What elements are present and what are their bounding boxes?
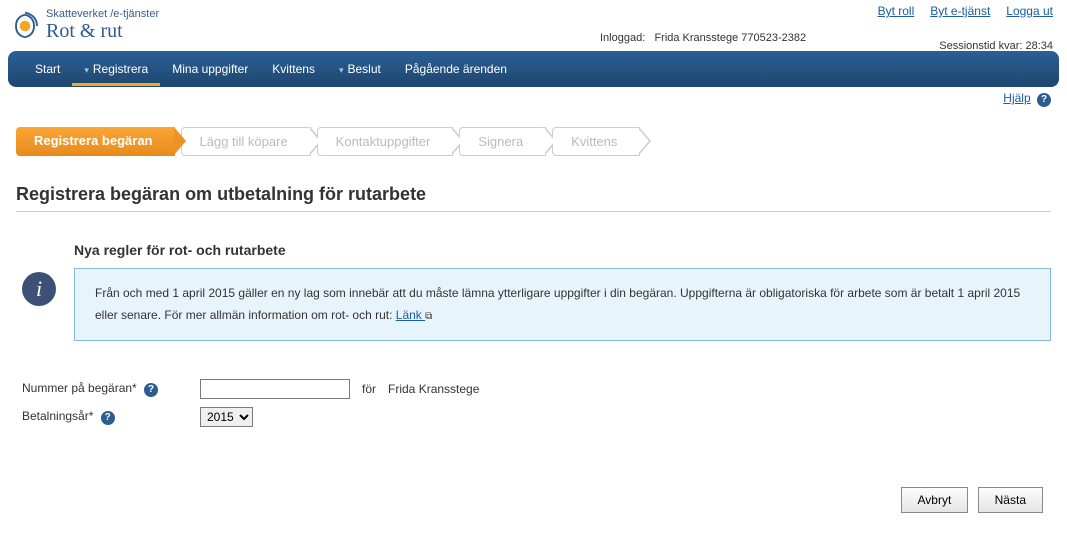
help-icon[interactable]: ? [1037, 93, 1051, 107]
main-nav: Start Registrera Mina uppgifter Kvittens… [8, 51, 1059, 87]
nav-register[interactable]: Registrera [72, 52, 160, 86]
request-number-label: Nummer på begäran* ? [22, 381, 192, 397]
wizard-step-sign: Signera [459, 127, 546, 156]
logged-in-label: Inloggad: [600, 32, 645, 44]
nav-start[interactable]: Start [23, 52, 72, 86]
payment-year-label: Betalningsår* ? [22, 409, 192, 425]
info-heading: Nya regler för rot- och rutarbete [74, 242, 1051, 258]
logout-link[interactable]: Logga ut [1006, 4, 1053, 18]
header: Byt roll Byt e-tjänst Logga ut Skattever… [0, 0, 1067, 47]
title-divider [16, 211, 1051, 212]
switch-role-link[interactable]: Byt roll [878, 4, 915, 18]
nav-my-data[interactable]: Mina uppgifter [160, 52, 260, 86]
for-name: Frida Kransstege [388, 382, 479, 396]
help-row: Hjälp ? [0, 87, 1067, 107]
info-section: i Nya regler för rot- och rutarbete Från… [22, 242, 1051, 341]
top-links: Byt roll Byt e-tjänst Logga ut [878, 4, 1053, 18]
nav-ongoing[interactable]: Pågående ärenden [393, 52, 519, 86]
nav-receipt[interactable]: Kvittens [260, 52, 327, 86]
logged-in-info: Inloggad: Frida Kransstege 770523-2382 [600, 32, 806, 44]
button-row: Avbryt Nästa [16, 487, 1051, 513]
nav-decision[interactable]: Beslut [327, 52, 393, 86]
external-link-icon: ⧉ [425, 311, 432, 322]
logged-in-name: Frida Kransstege 770523-2382 [654, 32, 806, 44]
info-icon: i [22, 272, 56, 306]
help-icon[interactable]: ? [144, 383, 158, 397]
wizard-step-add-buyer: Lägg till köpare [181, 127, 311, 156]
skatteverket-logo-icon [10, 11, 40, 41]
app-title: Rot & rut [46, 20, 159, 43]
request-number-input[interactable] [200, 379, 350, 399]
help-link[interactable]: Hjälp [1003, 91, 1030, 105]
info-link[interactable]: Länk [396, 308, 425, 322]
wizard-steps: Registrera begäran Lägg till köpare Kont… [16, 127, 1051, 156]
wizard-step-register[interactable]: Registrera begäran [16, 127, 175, 156]
info-box: Från och med 1 april 2015 gäller en ny l… [74, 268, 1051, 341]
wizard-step-receipt: Kvittens [552, 127, 640, 156]
cancel-button[interactable]: Avbryt [901, 487, 969, 513]
for-label: för [362, 382, 376, 396]
info-body: Från och med 1 april 2015 gäller en ny l… [95, 286, 1020, 322]
switch-service-link[interactable]: Byt e-tjänst [930, 4, 990, 18]
payment-year-select[interactable]: 2015 [200, 407, 253, 427]
breadcrumb: Skatteverket /e-tjänster [46, 8, 159, 20]
form: Nummer på begäran* ? för Frida Kranssteg… [22, 379, 1051, 427]
help-icon[interactable]: ? [101, 411, 115, 425]
page-title: Registrera begäran om utbetalning för ru… [16, 184, 1051, 205]
wizard-step-contact: Kontaktuppgifter [317, 127, 454, 156]
session-timer: Sessionstid kvar: 28:34 [939, 40, 1053, 52]
next-button[interactable]: Nästa [978, 487, 1043, 513]
